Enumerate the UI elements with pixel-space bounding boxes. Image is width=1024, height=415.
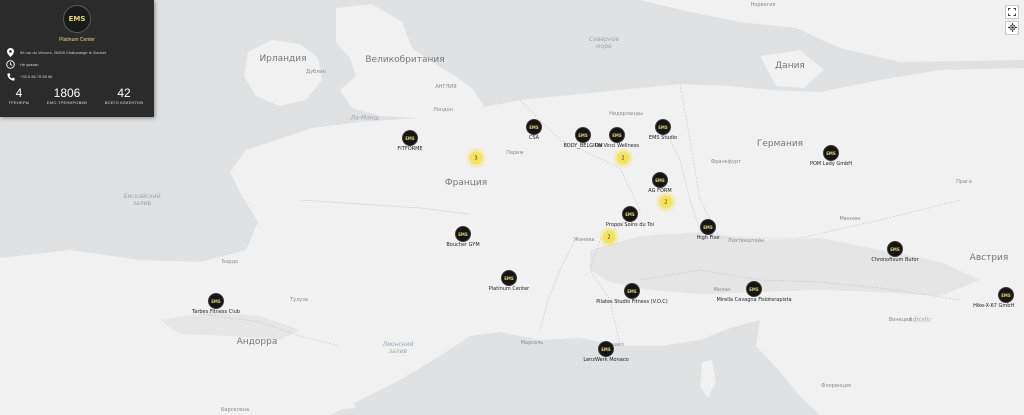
gym-marker[interactable]: EMS: [501, 270, 517, 286]
center-name: Platinum Center: [59, 37, 95, 43]
phone-icon: [6, 72, 15, 81]
ems-marker-icon: EMS: [601, 346, 611, 352]
gym-marker[interactable]: EMS: [652, 172, 668, 188]
ems-marker-icon: EMS: [458, 231, 468, 237]
ems-marker-icon: EMS: [211, 298, 221, 304]
ems-marker-icon: EMS: [826, 150, 836, 156]
ems-marker-icon: EMS: [703, 224, 713, 230]
fullscreen-button[interactable]: [1005, 5, 1019, 19]
ems-marker-icon: EMS: [578, 132, 588, 138]
gym-marker[interactable]: EMS: [455, 226, 471, 242]
gym-marker[interactable]: EMS: [746, 281, 762, 297]
ems-marker-icon: EMS: [749, 286, 759, 292]
ems-marker-icon: EMS: [655, 177, 665, 183]
ems-marker-icon: EMS: [625, 211, 635, 217]
gym-marker[interactable]: EMS: [609, 127, 625, 143]
gym-marker[interactable]: EMS: [887, 241, 903, 257]
gym-marker[interactable]: EMS: [655, 119, 671, 135]
crosshair-icon: [1007, 19, 1017, 37]
ems-marker-icon: EMS: [504, 275, 514, 281]
stat-trainers: 4 ТРЕНЕРЫ: [2, 86, 36, 106]
ems-marker-icon: EMS: [890, 246, 900, 252]
gym-marker[interactable]: EMS: [624, 283, 640, 299]
marker-cluster[interactable]: 2: [659, 195, 673, 209]
stat-clients-label: ВСЕГО КЛИЕНТОВ: [104, 100, 144, 105]
locate-button[interactable]: [1005, 21, 1019, 35]
ems-logo: EMS: [63, 5, 91, 33]
address-row: 65 rue du Vercors, 26300 Chatuzange le G…: [6, 48, 106, 57]
ems-marker-icon: EMS: [405, 135, 415, 141]
ems-marker-icon: EMS: [612, 132, 622, 138]
gym-marker[interactable]: EMS: [575, 127, 591, 143]
address-text: 65 rue du Vercors, 26300 Chatuzange le G…: [20, 50, 107, 55]
marker-cluster[interactable]: 3: [469, 151, 483, 165]
ems-marker-icon: EMS: [627, 288, 637, 294]
email-text: Не указан: [20, 62, 39, 67]
stat-clients: 42 ВСЕГО КЛИЕНТОВ: [98, 86, 150, 106]
phone-text: +33 6 86 78 55 58: [20, 74, 53, 79]
marker-cluster[interactable]: 2: [616, 151, 630, 165]
gym-marker[interactable]: EMS: [208, 293, 224, 309]
gym-marker[interactable]: EMS: [526, 119, 542, 135]
gym-marker[interactable]: EMS: [598, 341, 614, 357]
ems-marker-icon: EMS: [658, 124, 668, 130]
stat-trainings-label: EMC-ТРЕНИРОВКИ: [46, 100, 88, 105]
stat-trainings-value: 1806: [53, 86, 81, 100]
stat-trainings: 1806 EMC-ТРЕНИРОВКИ: [38, 86, 96, 106]
gym-marker[interactable]: EMS: [402, 130, 418, 146]
email-row: Не указан: [6, 60, 39, 69]
gym-marker[interactable]: EMS: [700, 219, 716, 235]
gym-marker[interactable]: EMS: [998, 287, 1014, 303]
gym-marker[interactable]: EMS: [823, 145, 839, 161]
stat-clients-value: 42: [117, 86, 131, 100]
ems-marker-icon: EMS: [1001, 292, 1011, 298]
clock-icon: [6, 60, 15, 69]
location-pin-icon: [6, 48, 15, 57]
stat-trainers-value: 4: [15, 86, 23, 100]
marker-cluster[interactable]: 2: [602, 230, 616, 244]
phone-row: +33 6 86 78 55 58: [6, 72, 52, 81]
gym-marker[interactable]: EMS: [622, 206, 638, 222]
ems-marker-icon: EMS: [529, 124, 539, 130]
center-info-panel: EMS Platinum Center 65 rue du Vercors, 2…: [0, 0, 154, 117]
stat-trainers-label: ТРЕНЕРЫ: [8, 100, 30, 105]
